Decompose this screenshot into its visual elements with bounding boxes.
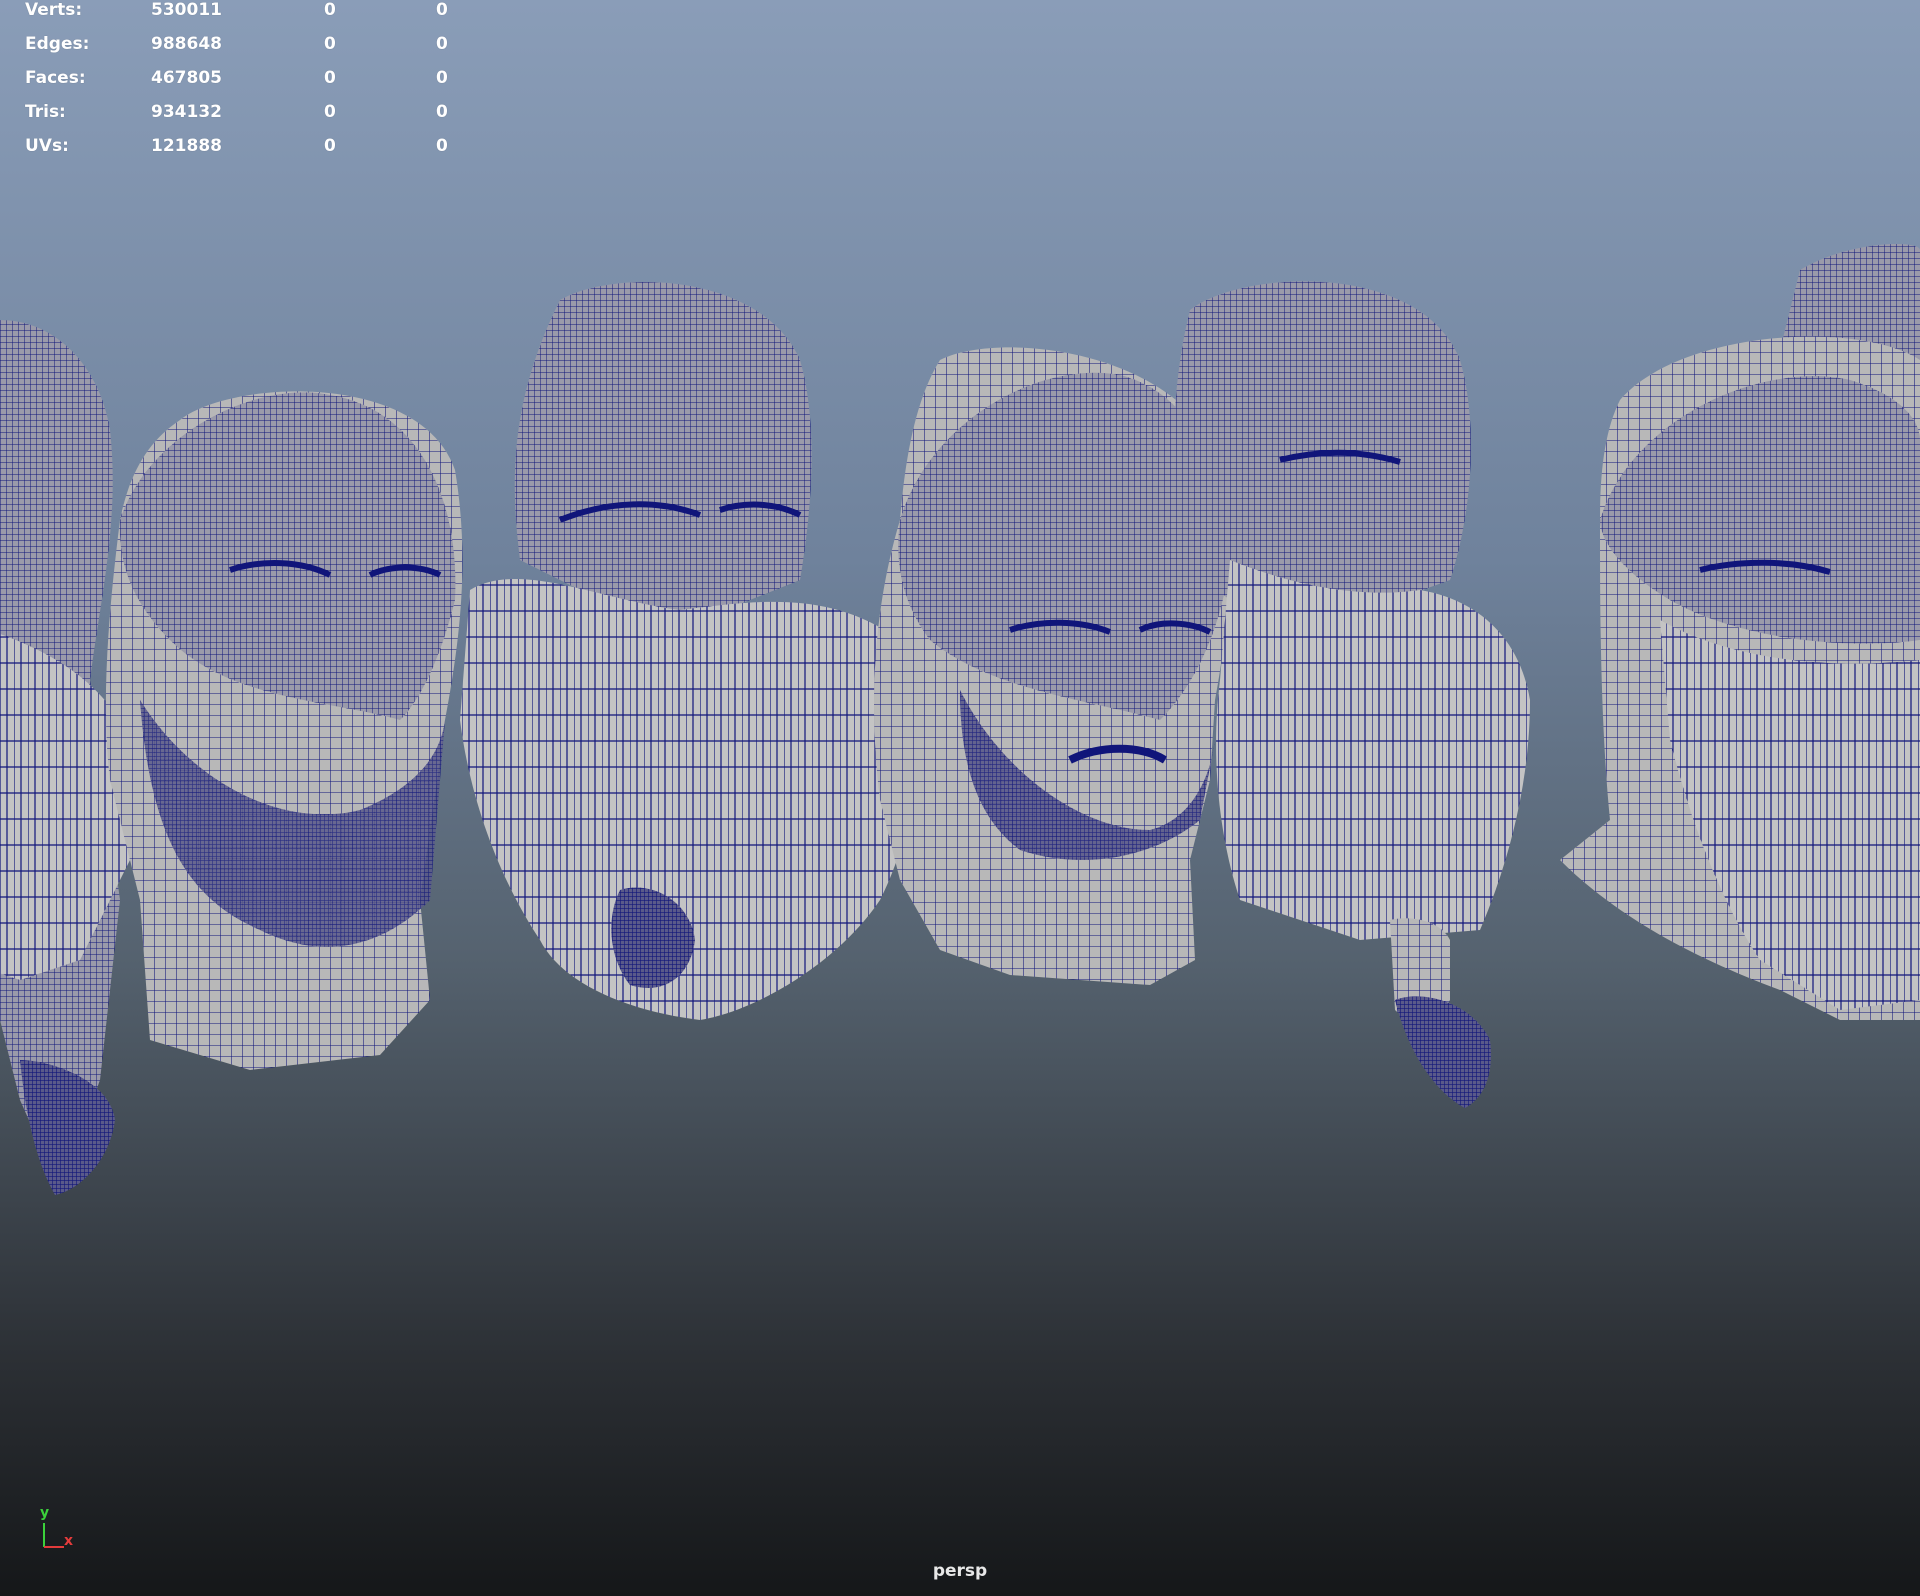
head-mesh-5[interactable] <box>1173 281 1530 1108</box>
hud-selected-value: 0 <box>324 0 336 20</box>
hud-value: 530011 <box>151 0 222 20</box>
head-mesh-2[interactable] <box>105 391 463 1070</box>
axis-lines-icon <box>43 1523 64 1548</box>
hud-selected-alt-value: 0 <box>436 0 448 20</box>
hud-selected-value: 0 <box>324 102 336 122</box>
hud-value: 467805 <box>151 68 222 88</box>
hud-row-faces: Faces: 467805 0 0 <box>0 68 470 92</box>
hud-selected-value: 0 <box>324 68 336 88</box>
hud-label: UVs: <box>25 136 69 156</box>
hud-value: 988648 <box>151 34 222 54</box>
head-mesh-6[interactable] <box>1560 244 1920 1021</box>
hud-selected-value: 0 <box>324 136 336 156</box>
hud-selected-value: 0 <box>324 34 336 54</box>
hud-value: 934132 <box>151 102 222 122</box>
hud-label: Edges: <box>25 34 90 54</box>
hud-value: 121888 <box>151 136 222 156</box>
hud-selected-alt-value: 0 <box>436 34 448 54</box>
hud-selected-alt-value: 0 <box>436 102 448 122</box>
hud-label: Verts: <box>25 0 83 20</box>
hud-row-uvs: UVs: 121888 0 0 <box>0 136 470 160</box>
axis-y-label: y <box>40 1505 50 1521</box>
wireframe-scene[interactable] <box>0 0 1920 1596</box>
hud-label: Tris: <box>25 102 66 122</box>
axis-x-label: x <box>64 1533 74 1549</box>
head-mesh-3[interactable] <box>460 282 918 1020</box>
hud-selected-alt-value: 0 <box>436 136 448 156</box>
hud-row-tris: Tris: 934132 0 0 <box>0 102 470 126</box>
hud-row-edges: Edges: 988648 0 0 <box>0 34 470 58</box>
hud-label: Faces: <box>25 68 86 88</box>
hud-selected-alt-value: 0 <box>436 68 448 88</box>
camera-name-label: persp <box>932 1561 988 1581</box>
hud-row-verts: Verts: 530011 0 0 <box>0 0 470 24</box>
view-axis-indicator: y x <box>30 1505 90 1555</box>
maya-perspective-viewport[interactable]: Verts: 530011 0 0 Edges: 988648 0 0 Face… <box>0 0 1920 1596</box>
